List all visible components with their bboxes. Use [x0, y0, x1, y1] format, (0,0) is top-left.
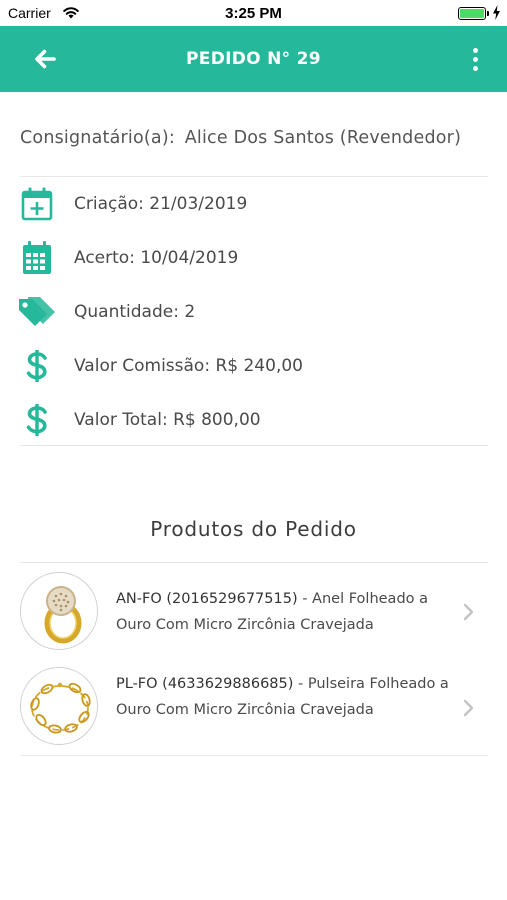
product-code: PL-FO (4633629886685) — [116, 676, 294, 692]
bracelet-image — [20, 667, 98, 745]
product-description: PL-FO (4633629886685) - Pulseira Folhead… — [116, 671, 456, 723]
settlement-date-row: Acerto: 10/04/2019 — [18, 238, 488, 278]
chevron-right-icon — [463, 603, 474, 621]
commission-row: Valor Comissão: R$ 240,00 — [18, 346, 488, 386]
product-code: AN-FO (2016529677515) — [116, 591, 298, 607]
charging-bolt-icon — [493, 5, 500, 20]
page-title: PEDIDO N° 29 — [186, 49, 321, 69]
divider — [20, 562, 488, 563]
total-row: Valor Total: R$ 800,00 — [18, 400, 488, 440]
quantity-row: Quantidade: 2 — [18, 292, 488, 332]
creation-date: Criação: 21/03/2019 — [74, 194, 248, 214]
battery-icon — [458, 7, 486, 20]
divider — [20, 755, 488, 756]
battery-cap — [487, 11, 489, 16]
navigation-bar: PEDIDO N° 29 — [0, 26, 507, 92]
clock: 3:25 PM — [225, 5, 282, 22]
total-value: Valor Total: R$ 800,00 — [74, 410, 261, 430]
tags-icon — [18, 293, 56, 331]
chevron-right-icon — [463, 699, 474, 717]
consignee-row: Consignatário(a): Alice Dos Santos (Reve… — [20, 128, 461, 148]
ring-image — [20, 572, 98, 650]
divider — [20, 176, 488, 177]
quantity: Quantidade: 2 — [74, 302, 196, 322]
status-bar: Carrier 3:25 PM — [0, 0, 507, 26]
product-description: AN-FO (2016529677515) - Anel Folheado a … — [116, 586, 456, 638]
product-list-item[interactable]: PL-FO (4633629886685) - Pulseira Folhead… — [20, 667, 488, 751]
products-section-title: Produtos do Pedido — [150, 517, 357, 541]
divider — [20, 445, 488, 446]
calendar-grid-icon — [18, 239, 56, 277]
calendar-plus-icon — [18, 185, 56, 223]
consignee-label: Consignatário(a): — [20, 128, 175, 148]
settlement-date: Acerto: 10/04/2019 — [74, 248, 239, 268]
dollar-icon — [18, 347, 56, 385]
creation-date-row: Criação: 21/03/2019 — [18, 184, 488, 224]
product-list-item[interactable]: AN-FO (2016529677515) - Anel Folheado a … — [20, 572, 488, 652]
dollar-icon — [18, 401, 56, 439]
commission-value: Valor Comissão: R$ 240,00 — [74, 356, 303, 376]
consignee-value: Alice Dos Santos (Revendedor) — [184, 128, 462, 148]
more-vertical-icon[interactable] — [462, 44, 488, 74]
